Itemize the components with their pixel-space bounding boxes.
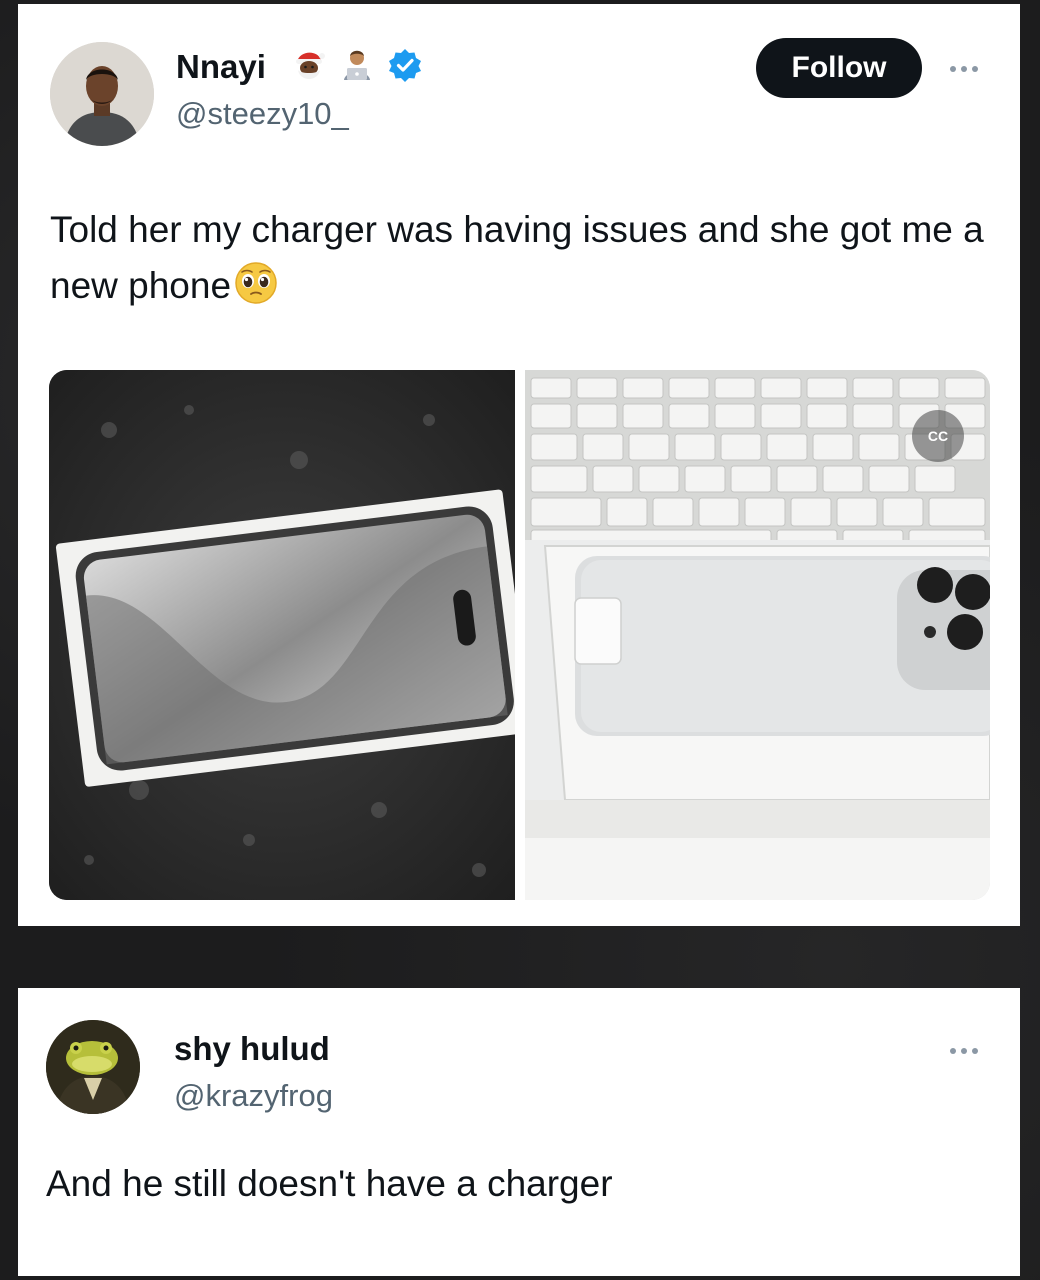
iphone-in-box-photo[interactable]: CC xyxy=(525,370,990,900)
tweet-card: Nnayi @steezy10_ Follow Told her my char… xyxy=(18,4,1020,926)
verified-badge-icon xyxy=(386,46,424,84)
reply-author-name[interactable]: shy hulud xyxy=(174,1030,330,1068)
cc-badge: CC xyxy=(912,410,964,462)
author-name[interactable]: Nnayi xyxy=(176,48,266,86)
reply-card: shy hulud @krazyfrog And he still doesn'… xyxy=(18,988,1020,1276)
author-handle[interactable]: @steezy10_ xyxy=(176,96,349,132)
author-badges xyxy=(290,46,424,84)
santa-emoji-icon xyxy=(290,46,328,84)
more-options-icon[interactable] xyxy=(950,66,978,72)
reply-more-options-icon[interactable] xyxy=(950,1048,978,1054)
screenshot-page: Nnayi @steezy10_ Follow Told her my char… xyxy=(0,0,1040,1280)
tweet-text: Told her my charger was having issues an… xyxy=(50,202,1000,314)
iphone-box-photo[interactable] xyxy=(49,370,515,900)
follow-button[interactable]: Follow xyxy=(756,38,922,98)
reply-author-handle[interactable]: @krazyfrog xyxy=(174,1078,333,1114)
reply-text: And he still doesn't have a charger xyxy=(46,1163,613,1204)
technologist-emoji-icon xyxy=(338,46,376,84)
reply-author-avatar[interactable] xyxy=(46,1020,140,1114)
author-avatar[interactable] xyxy=(50,42,154,146)
tweet-text-content: Told her my charger was having issues an… xyxy=(50,209,984,306)
tweet-media[interactable]: CC xyxy=(49,370,990,900)
pleading-face-emoji-icon xyxy=(233,260,279,306)
